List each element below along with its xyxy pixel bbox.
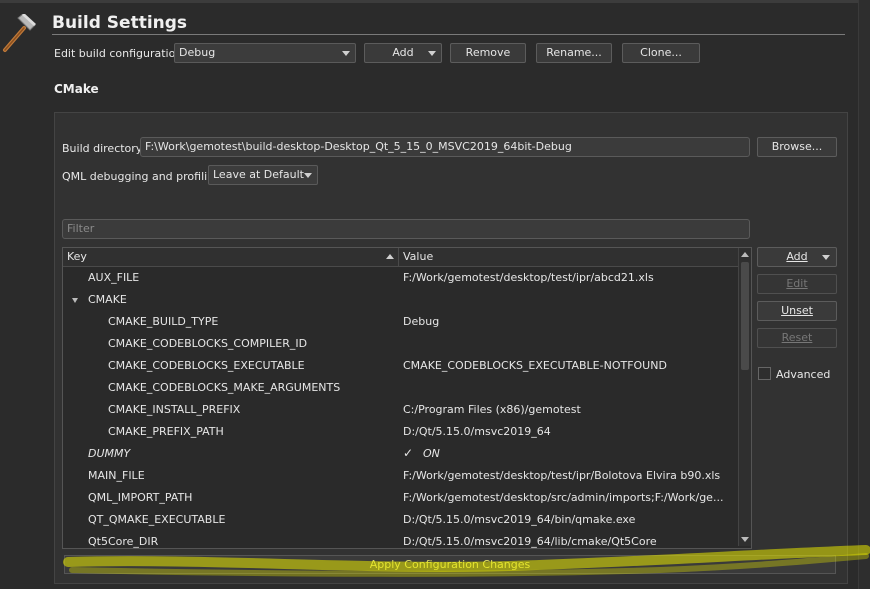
row-key: CMAKE_INSTALL_PREFIX (108, 403, 241, 416)
chevron-down-icon (304, 173, 312, 178)
advanced-label: Advanced (776, 368, 831, 381)
row-key: CMAKE_PREFIX_PATH (108, 425, 224, 438)
browse-button[interactable]: Browse... (757, 137, 837, 157)
row-key: DUMMY (88, 447, 131, 460)
scrollbar-thumb[interactable] (741, 262, 749, 370)
row-value: ON (423, 447, 440, 460)
qml-debugging-value: Leave at Default (213, 168, 304, 181)
row-key: CMAKE (88, 293, 127, 306)
page-title: Build Settings (52, 13, 188, 33)
qml-debugging-select[interactable]: Leave at Default (208, 165, 318, 185)
row-key: CMAKE_CODEBLOCKS_MAKE_ARGUMENTS (108, 381, 341, 394)
advanced-checkbox[interactable] (758, 367, 771, 380)
table-body: AUX_FILE F:/Work/gemotest/desktop/test/i… (63, 267, 739, 548)
table-row[interactable]: QML_IMPORT_PATH F:/Work/gemotest/desktop… (63, 487, 739, 509)
table-row[interactable]: CMAKE_INSTALL_PREFIX C:/Program Files (x… (63, 399, 739, 421)
header-value[interactable]: Value (403, 250, 433, 263)
reset-variable-button[interactable]: Reset (757, 328, 837, 348)
chevron-down-icon (428, 51, 436, 56)
row-key: CMAKE_BUILD_TYPE (108, 315, 219, 328)
remove-config-button[interactable]: Remove (450, 43, 526, 63)
clone-config-button[interactable]: Clone... (622, 43, 700, 63)
row-key: AUX_FILE (88, 271, 140, 284)
scroll-down-icon[interactable] (741, 537, 749, 542)
build-config-value: Debug (179, 46, 216, 59)
row-key: QT_QMAKE_EXECUTABLE (88, 513, 226, 526)
header-key[interactable]: Key (67, 250, 87, 263)
edit-config-label: Edit build configuration: (54, 47, 187, 60)
row-key: Qt5Core_DIR (88, 535, 159, 548)
row-key: QML_IMPORT_PATH (88, 491, 193, 504)
add-config-label: Add (392, 46, 414, 59)
row-value: F:/Work/gemotest/desktop/src/admin/impor… (403, 491, 724, 504)
table-row[interactable]: Qt5Core_DIR D:/Qt/5.15.0/msvc2019_64/lib… (63, 531, 739, 548)
top-border (0, 0, 870, 3)
build-directory-label: Build directory: (62, 142, 146, 155)
row-value: C:/Program Files (x86)/gemotest (403, 403, 581, 416)
table-row[interactable]: DUMMY ✓ ON (63, 443, 739, 465)
add-variable-button[interactable]: Add (757, 247, 837, 267)
add-config-button[interactable]: Add (364, 43, 442, 63)
row-key: MAIN_FILE (88, 469, 145, 482)
edit-variable-button[interactable]: Edit (757, 274, 837, 294)
build-config-select[interactable]: Debug (174, 43, 356, 63)
chevron-down-icon (822, 255, 830, 260)
table-row[interactable]: CMAKE (63, 289, 739, 311)
hammer-icon (0, 13, 40, 54)
row-value: F:/Work/gemotest/desktop/test/ipr/Boloto… (403, 469, 721, 482)
table-row[interactable]: AUX_FILE F:/Work/gemotest/desktop/test/i… (63, 267, 739, 289)
right-edge-pane (858, 0, 870, 589)
sort-ascending-icon (386, 254, 394, 259)
row-key: CMAKE_CODEBLOCKS_COMPILER_ID (108, 337, 308, 350)
checkmark-icon[interactable]: ✓ (403, 446, 413, 460)
rename-config-button[interactable]: Rename... (536, 43, 612, 63)
chevron-down-icon (342, 51, 350, 56)
table-row[interactable]: CMAKE_CODEBLOCKS_COMPILER_ID (63, 333, 739, 355)
table-row[interactable]: CMAKE_CODEBLOCKS_MAKE_ARGUMENTS (63, 377, 739, 399)
row-key: CMAKE_CODEBLOCKS_EXECUTABLE (108, 359, 305, 372)
table-row[interactable]: CMAKE_CODEBLOCKS_EXECUTABLE CMAKE_CODEBL… (63, 355, 739, 377)
row-value: Debug (403, 315, 440, 328)
add-variable-label: Add (786, 250, 808, 263)
title-divider (52, 34, 845, 35)
table-row[interactable]: CMAKE_BUILD_TYPE Debug (63, 311, 739, 333)
filter-input[interactable]: Filter (62, 219, 750, 239)
row-value: CMAKE_CODEBLOCKS_EXECUTABLE-NOTFOUND (403, 359, 667, 372)
row-value: D:/Qt/5.15.0/msvc2019_64/lib/cmake/Qt5Co… (403, 535, 657, 548)
table-row[interactable]: CMAKE_PREFIX_PATH D:/Qt/5.15.0/msvc2019_… (63, 421, 739, 443)
scroll-up-icon[interactable] (741, 252, 749, 257)
qml-debugging-label: QML debugging and profiling: (62, 170, 225, 183)
header-separator (398, 248, 399, 266)
cmake-variables-table[interactable]: Key Value AUX_FILE F:/Work/gemotest/desk… (62, 247, 752, 549)
section-title: CMake (54, 82, 99, 96)
apply-configuration-button[interactable]: Apply Configuration Changes (64, 555, 836, 574)
row-value: D:/Qt/5.15.0/msvc2019_64/bin/qmake.exe (403, 513, 636, 526)
table-row[interactable]: QT_QMAKE_EXECUTABLE D:/Qt/5.15.0/msvc201… (63, 509, 739, 531)
table-row[interactable]: MAIN_FILE F:/Work/gemotest/desktop/test/… (63, 465, 739, 487)
table-header: Key Value (63, 248, 739, 267)
build-directory-field[interactable]: F:\Work\gemotest\build-desktop-Desktop_Q… (140, 137, 750, 157)
vertical-scrollbar[interactable] (738, 248, 751, 546)
row-value: F:/Work/gemotest/desktop/test/ipr/abcd21… (403, 271, 654, 284)
unset-variable-button[interactable]: Unset (757, 301, 837, 321)
row-value: D:/Qt/5.15.0/msvc2019_64 (403, 425, 551, 438)
expand-arrow-icon[interactable] (72, 298, 78, 303)
